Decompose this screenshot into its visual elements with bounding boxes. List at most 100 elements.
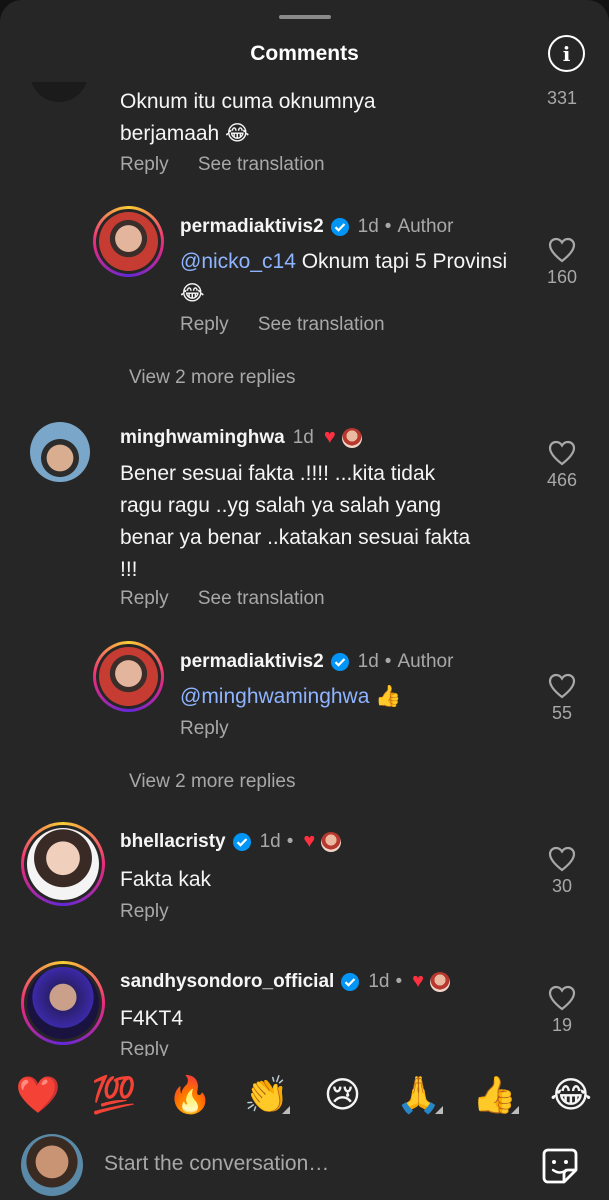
heart-outline-icon[interactable] <box>548 440 576 466</box>
avatar[interactable] <box>93 641 164 712</box>
heart-outline-icon[interactable] <box>548 846 576 872</box>
verified-icon <box>330 653 349 671</box>
comment-actions: Reply See translation <box>120 154 349 176</box>
reaction-sad[interactable]: 😢 <box>315 1074 371 1116</box>
reply-button[interactable]: Reply <box>180 314 229 335</box>
like-box: 466 <box>532 440 592 491</box>
author-mini-avatar <box>321 831 342 852</box>
author-mini-avatar <box>429 971 450 992</box>
reaction-laugh[interactable]: 😂 <box>543 1074 599 1116</box>
page-title: Comments <box>250 42 359 65</box>
like-box: 30 <box>532 846 592 897</box>
like-count: 19 <box>551 1015 573 1035</box>
verified-icon <box>232 832 251 851</box>
reaction-pray[interactable]: 🙏 <box>391 1074 447 1116</box>
username[interactable]: permadiaktivis2 <box>180 651 324 673</box>
skin-tone-indicator-icon <box>510 1106 519 1114</box>
reaction-fire[interactable]: 🔥 <box>162 1074 218 1116</box>
timestamp: 1d <box>357 651 379 672</box>
avatar[interactable] <box>93 206 164 277</box>
comment-text: @nicko_c14 Oknum tapi 5 Provinsi 😂 <box>180 250 508 305</box>
reply-button[interactable]: Reply <box>120 154 169 175</box>
username[interactable]: permadiaktivis2 <box>180 216 324 238</box>
heart-outline-icon[interactable] <box>548 673 576 699</box>
view-more-replies[interactable]: View 2 more replies <box>129 367 296 389</box>
separator-dot: • <box>286 830 294 852</box>
comment-composer: Start the conversation… <box>0 1132 609 1200</box>
separator-dot: • <box>395 970 403 992</box>
liked-by-author-heart-icon: ♥ <box>323 426 336 448</box>
comments-sheet: Comments i Oknum itu cuma oknumnya berja… <box>0 0 609 1200</box>
comment-text: F4KT4 <box>120 1007 184 1030</box>
heart-outline-icon[interactable] <box>548 237 576 263</box>
username[interactable]: minghwaminghwa <box>120 427 285 449</box>
skin-tone-indicator-icon <box>434 1106 443 1114</box>
comment-text: Fakta kak <box>120 868 212 891</box>
comment-actions: Reply <box>120 1039 193 1056</box>
see-translation-button[interactable]: See translation <box>198 588 325 609</box>
comment-actions: Reply See translation <box>120 588 349 610</box>
see-translation-button[interactable]: See translation <box>198 154 325 175</box>
separator-dot: • <box>384 216 392 237</box>
reply-button[interactable]: Reply <box>180 718 229 739</box>
author-badge: Author <box>397 216 454 237</box>
author-mini-avatar <box>341 427 362 448</box>
author-badge: Author <box>397 651 454 672</box>
reaction-clap[interactable]: 👏 <box>238 1074 294 1116</box>
drag-handle[interactable] <box>279 15 331 19</box>
comment-list[interactable]: Oknum itu cuma oknumnya berjamaah 😂 Repl… <box>0 82 609 1056</box>
comment-input[interactable]: Start the conversation… <box>104 1152 329 1176</box>
timestamp: 1d <box>357 216 379 237</box>
like-count: 30 <box>551 876 573 896</box>
like-box: 55 <box>532 673 592 724</box>
username[interactable]: bhellacristy <box>120 831 226 853</box>
separator-dot: • <box>384 651 392 672</box>
heart-outline-icon[interactable] <box>548 985 576 1011</box>
like-box: 19 <box>532 985 592 1036</box>
info-icon[interactable]: i <box>548 35 585 72</box>
reaction-hundred[interactable]: 💯 <box>86 1074 142 1116</box>
comment-meta: minghwaminghwa 1d ♥ <box>120 426 362 449</box>
verified-icon <box>341 972 360 991</box>
reply-button[interactable]: Reply <box>120 901 169 922</box>
reply-button[interactable]: Reply <box>120 588 169 609</box>
liked-by-author-heart-icon: ♥ <box>303 830 316 852</box>
timestamp: 1d <box>259 830 281 852</box>
view-more-replies[interactable]: View 2 more replies <box>129 771 296 793</box>
reply-button[interactable]: Reply <box>120 1039 169 1056</box>
reaction-thumbs-up[interactable]: 👍 <box>467 1074 523 1116</box>
quick-reactions-bar: ❤️ 💯 🔥 👏 😢 🙏 👍 😂 <box>0 1060 609 1130</box>
comment-text: Bener sesuai fakta .!!!! ...kita tidak r… <box>120 462 471 581</box>
comment-actions: Reply <box>180 718 253 740</box>
reaction-heart[interactable]: ❤️ <box>10 1074 66 1116</box>
comment-text: @minghwaminghwa 👍 <box>180 685 402 708</box>
see-translation-button[interactable]: See translation <box>258 314 385 335</box>
liked-by-author-heart-icon: ♥ <box>412 970 424 992</box>
skin-tone-indicator-icon <box>282 1106 291 1114</box>
comment-meta: permadiaktivis2 1d • Author <box>180 651 453 673</box>
mention-link[interactable]: @nicko_c14 <box>180 250 296 273</box>
comment-actions: Reply <box>120 901 193 923</box>
username[interactable]: sandhysondoro_official <box>120 971 334 993</box>
verified-icon <box>330 218 349 236</box>
like-box: 331 <box>532 82 592 109</box>
like-count: 466 <box>546 470 578 490</box>
like-count: 331 <box>546 88 578 108</box>
comment-actions: Reply See translation <box>180 314 409 336</box>
like-count: 55 <box>551 703 573 723</box>
comment-meta: bhellacristy 1d • ♥ <box>120 830 342 853</box>
like-box: 160 <box>532 237 592 288</box>
heart-outline-icon[interactable] <box>532 82 592 84</box>
avatar[interactable] <box>21 822 105 906</box>
timestamp: 1d <box>292 426 314 448</box>
current-user-avatar <box>21 1134 83 1196</box>
sticker-icon[interactable] <box>540 1146 580 1186</box>
avatar[interactable] <box>30 82 88 102</box>
comment-meta: permadiaktivis2 1d • Author <box>180 216 453 238</box>
timestamp: 1d <box>368 970 390 992</box>
like-count: 160 <box>546 267 578 287</box>
comment-text: Oknum itu cuma oknumnya berjamaah 😂 <box>120 90 376 145</box>
avatar[interactable] <box>21 961 105 1045</box>
mention-link[interactable]: @minghwaminghwa <box>180 685 369 708</box>
avatar[interactable] <box>30 422 90 482</box>
